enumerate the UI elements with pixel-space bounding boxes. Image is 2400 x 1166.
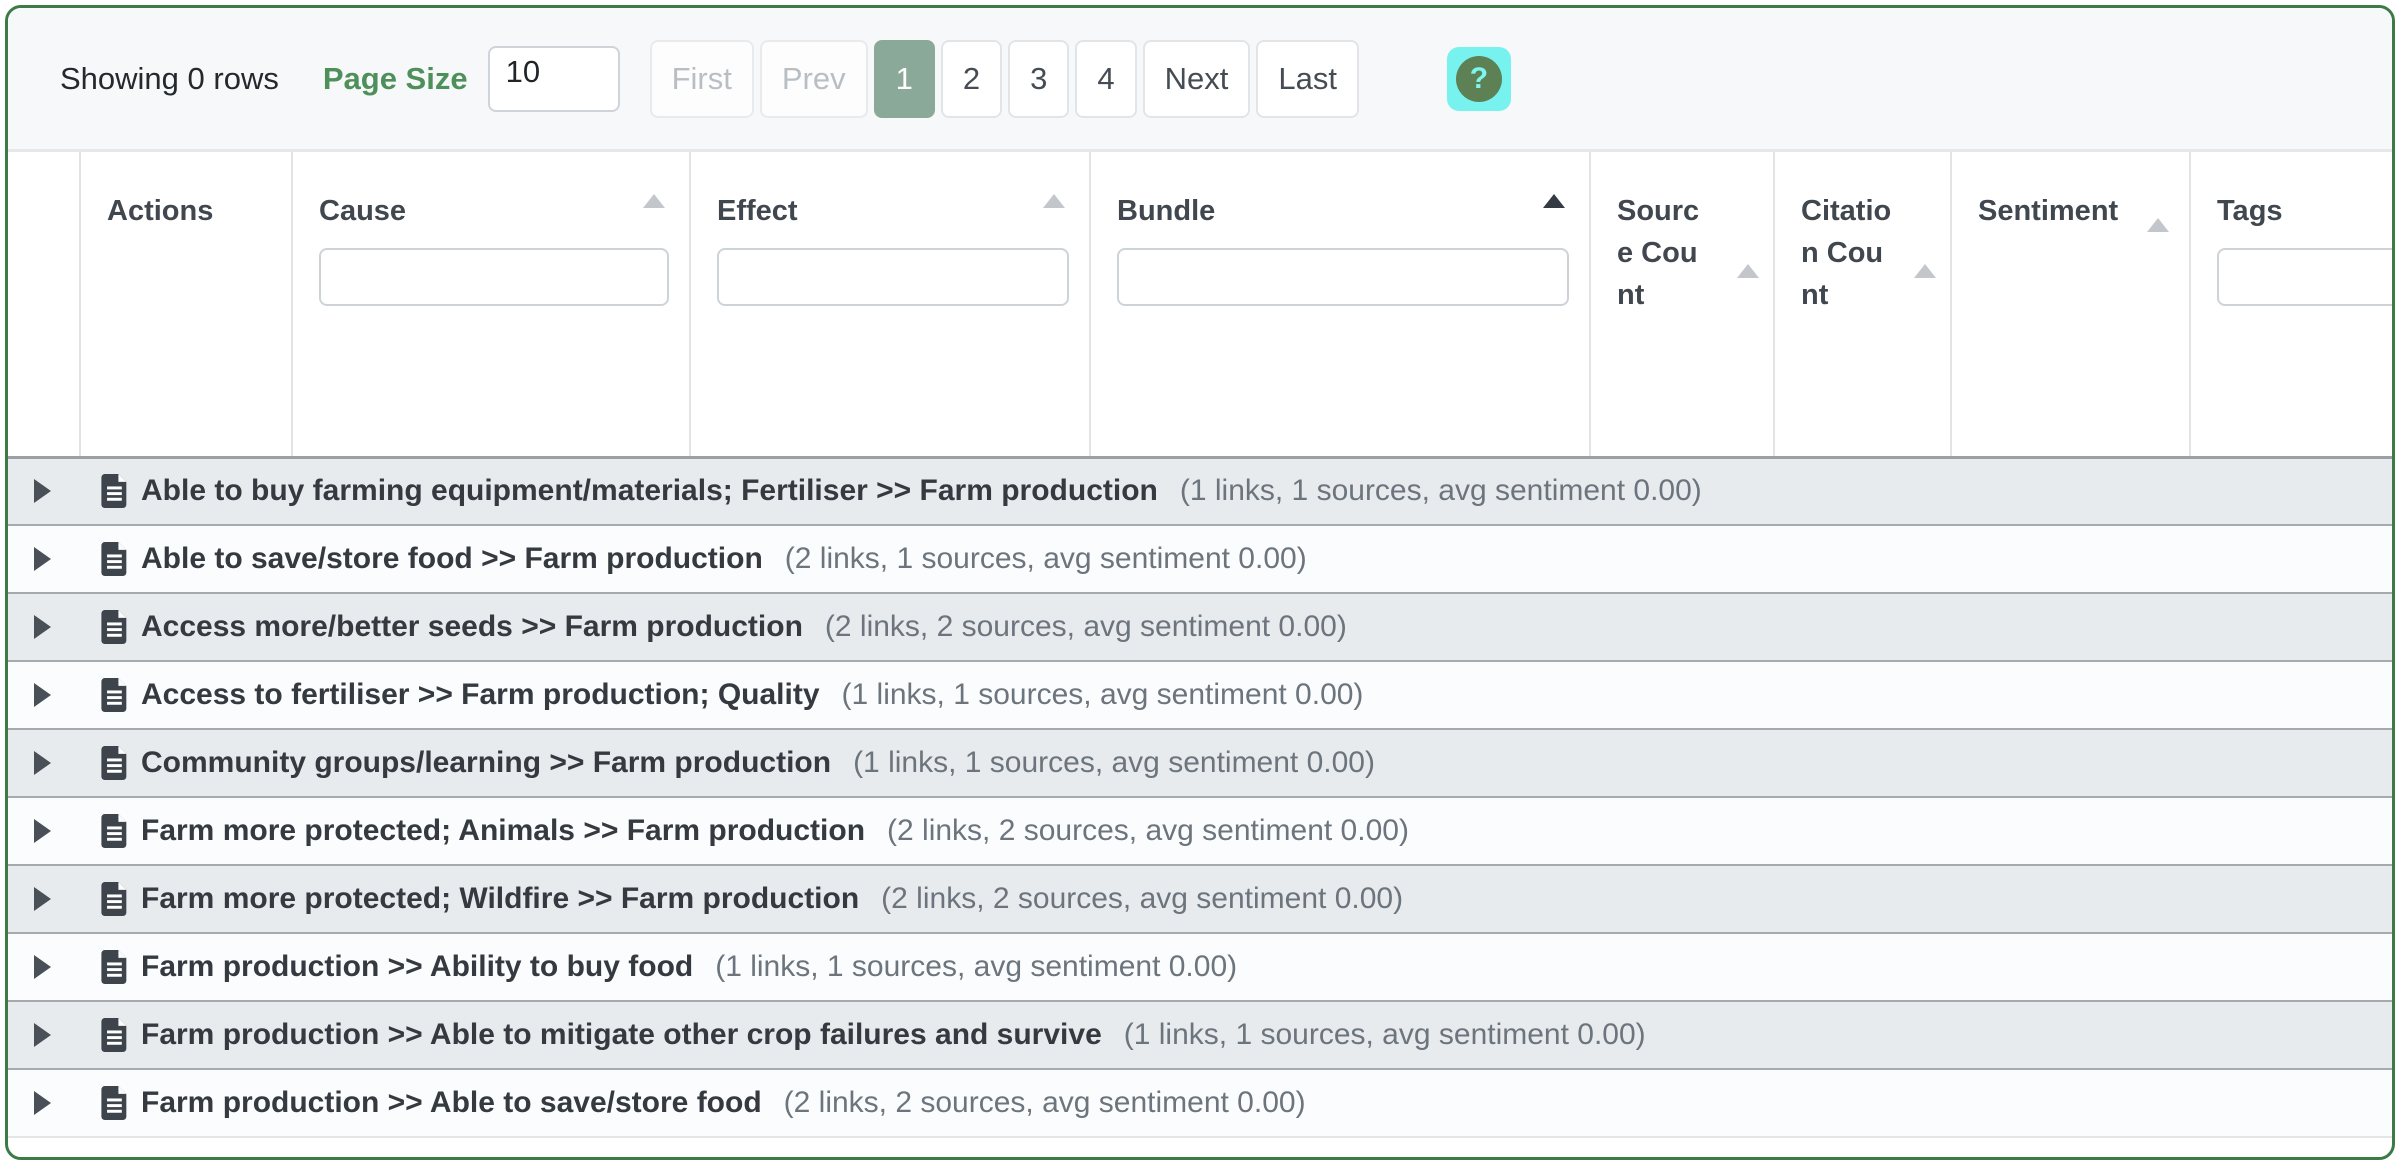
group-row: Access more/better seeds >> Farm product…: [8, 593, 2395, 661]
header-citation-count-column[interactable]: Citation Count: [1774, 152, 1951, 457]
sort-arrow-icon-sentiment[interactable]: [2147, 218, 2169, 232]
header-bundle-column[interactable]: Bundle: [1090, 152, 1590, 457]
group-title[interactable]: Community groups/learning >> Farm produc…: [141, 746, 831, 780]
document-icon: [101, 882, 129, 916]
group-row: Able to save/store food >> Farm producti…: [8, 525, 2395, 593]
group-title[interactable]: Access to fertiliser >> Farm production;…: [141, 678, 820, 712]
table-body: Able to buy farming equipment/materials;…: [8, 457, 2395, 1137]
header-select-column: [8, 152, 80, 457]
table-header: Actions Cause Effect Bundle: [8, 152, 2395, 457]
group-summary: (1 links, 1 sources, avg sentiment 0.00): [715, 950, 1237, 984]
cause-filter-input[interactable]: [319, 248, 669, 306]
group-summary: (1 links, 1 sources, avg sentiment 0.00): [842, 678, 1364, 712]
group-row: Farm production >> Ability to buy food (…: [8, 933, 2395, 1001]
header-actions-column: Actions: [80, 152, 292, 457]
column-label-tags: Tags: [2217, 190, 2382, 232]
group-title[interactable]: Access more/better seeds >> Farm product…: [141, 610, 803, 644]
group-row: Access to fertiliser >> Farm production;…: [8, 661, 2395, 729]
group-row: Farm production >> Able to save/store fo…: [8, 1069, 2395, 1137]
pagination-first-button[interactable]: First: [650, 40, 754, 118]
column-label-cause: Cause: [319, 190, 669, 232]
expand-caret-icon[interactable]: [34, 615, 51, 639]
document-icon: [101, 1018, 129, 1052]
row-count-status: Showing 0 rows: [60, 61, 279, 97]
expand-caret-icon[interactable]: [34, 887, 51, 911]
document-icon: [101, 746, 129, 780]
pagination-page-3-button[interactable]: 3: [1008, 40, 1069, 118]
header-cause-column[interactable]: Cause: [292, 152, 690, 457]
sort-arrow-icon-cause[interactable]: [643, 194, 665, 208]
question-mark-icon: ?: [1456, 56, 1502, 102]
group-title[interactable]: Farm production >> Ability to buy food: [141, 950, 693, 984]
group-title[interactable]: Farm production >> Able to save/store fo…: [141, 1086, 762, 1120]
document-icon: [101, 1086, 129, 1120]
expand-caret-icon[interactable]: [34, 479, 51, 503]
pagination-page-2-button[interactable]: 2: [941, 40, 1002, 118]
expand-caret-icon[interactable]: [34, 683, 51, 707]
header-sentiment-column[interactable]: Sentiment: [1951, 152, 2190, 457]
group-row: Able to buy farming equipment/materials;…: [8, 457, 2395, 525]
group-title[interactable]: Able to buy farming equipment/materials;…: [141, 474, 1158, 508]
pagination-page-1-button[interactable]: 1: [874, 40, 935, 118]
group-title[interactable]: Able to save/store food >> Farm producti…: [141, 542, 763, 576]
pagination-last-button[interactable]: Last: [1256, 40, 1359, 118]
table-page: Showing 0 rows Page Size First Prev 1 2 …: [5, 5, 2395, 1160]
group-row: Farm production >> Able to mitigate othe…: [8, 1001, 2395, 1069]
effect-filter-input[interactable]: [717, 248, 1069, 306]
toolbar: Showing 0 rows Page Size First Prev 1 2 …: [8, 8, 2392, 152]
expand-caret-icon[interactable]: [34, 1091, 51, 1115]
page-size-input[interactable]: [488, 46, 620, 112]
header-tags-column: Tags: [2190, 152, 2395, 457]
document-icon: [101, 678, 129, 712]
column-label-bundle: Bundle: [1117, 190, 1569, 232]
column-label-sentiment: Sentiment: [1978, 190, 2138, 232]
sort-arrow-icon-bundle-active[interactable]: [1543, 194, 1565, 208]
pagination-prev-button[interactable]: Prev: [760, 40, 868, 118]
group-title[interactable]: Farm more protected; Wildfire >> Farm pr…: [141, 882, 859, 916]
header-effect-column[interactable]: Effect: [690, 152, 1090, 457]
group-row: Farm more protected; Animals >> Farm pro…: [8, 797, 2395, 865]
group-row: Farm more protected; Wildfire >> Farm pr…: [8, 865, 2395, 933]
group-summary: (1 links, 1 sources, avg sentiment 0.00): [1124, 1018, 1646, 1052]
group-summary: (2 links, 2 sources, avg sentiment 0.00): [825, 610, 1347, 644]
column-label-source-count: Source Count: [1617, 190, 1713, 316]
sort-arrow-icon-citation-count[interactable]: [1914, 264, 1936, 278]
links-table: Actions Cause Effect Bundle: [8, 152, 2395, 1138]
group-summary: (2 links, 2 sources, avg sentiment 0.00): [881, 882, 1403, 916]
header-source-count-column[interactable]: Source Count: [1590, 152, 1774, 457]
group-summary: (1 links, 1 sources, avg sentiment 0.00): [1180, 474, 1702, 508]
column-label-effect: Effect: [717, 190, 1069, 232]
column-label-actions: Actions: [107, 190, 271, 232]
expand-caret-icon[interactable]: [34, 547, 51, 571]
document-icon: [101, 610, 129, 644]
pagination: First Prev 1 2 3 4 Next Last: [650, 40, 1359, 118]
group-title[interactable]: Farm more protected; Animals >> Farm pro…: [141, 814, 865, 848]
document-icon: [101, 814, 129, 848]
group-summary: (2 links, 2 sources, avg sentiment 0.00): [784, 1086, 1306, 1120]
expand-caret-icon[interactable]: [34, 1023, 51, 1047]
document-icon: [101, 950, 129, 984]
sort-arrow-icon-source-count[interactable]: [1737, 264, 1759, 278]
pagination-page-4-button[interactable]: 4: [1075, 40, 1136, 118]
page-size-label: Page Size: [323, 61, 468, 97]
sort-arrow-icon-effect[interactable]: [1043, 194, 1065, 208]
column-label-citation-count: Citation Count: [1801, 190, 1897, 316]
help-button[interactable]: ?: [1447, 47, 1511, 111]
group-summary: (2 links, 1 sources, avg sentiment 0.00): [785, 542, 1307, 576]
expand-caret-icon[interactable]: [34, 751, 51, 775]
pagination-next-button[interactable]: Next: [1143, 40, 1251, 118]
expand-caret-icon[interactable]: [34, 819, 51, 843]
document-icon: [101, 542, 129, 576]
bundle-filter-input[interactable]: [1117, 248, 1569, 306]
group-summary: (2 links, 2 sources, avg sentiment 0.00): [887, 814, 1409, 848]
tags-filter-input[interactable]: [2217, 248, 2395, 306]
document-icon: [101, 474, 129, 508]
group-title[interactable]: Farm production >> Able to mitigate othe…: [141, 1018, 1102, 1052]
expand-caret-icon[interactable]: [34, 955, 51, 979]
group-summary: (1 links, 1 sources, avg sentiment 0.00): [853, 746, 1375, 780]
group-row: Community groups/learning >> Farm produc…: [8, 729, 2395, 797]
